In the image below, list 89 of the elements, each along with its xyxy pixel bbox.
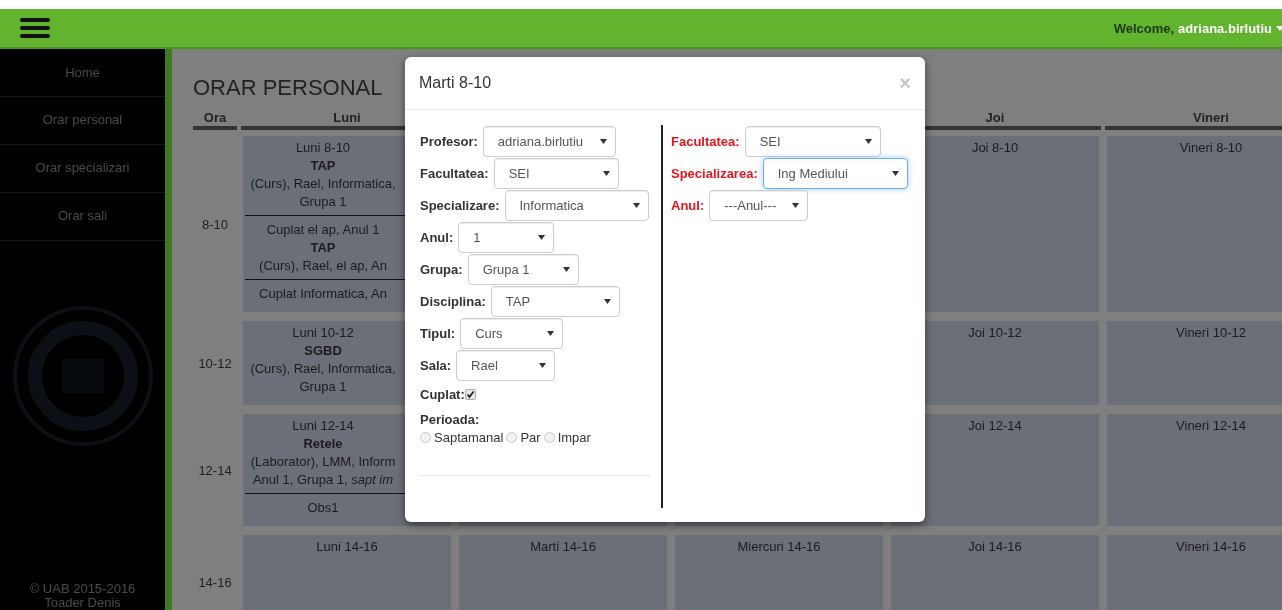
schedule-cell[interactable]: Joi 14-16 [891, 535, 1099, 610]
cell-text: Vineri 8-10 [1179, 139, 1243, 157]
column-header: Luni [333, 110, 361, 125]
select-field[interactable]: Grupa 1 [467, 253, 579, 285]
cell-text: Luni 8-10 [295, 139, 351, 157]
field-label: Facultatea: [671, 133, 740, 149]
radio-button[interactable] [506, 432, 518, 443]
schedule-cell[interactable]: Vineri 12-14 [1107, 414, 1282, 526]
field-label: Specializarea: [671, 165, 758, 181]
caret-icon [539, 362, 547, 368]
caret-icon [547, 330, 555, 336]
time-label: 14-16 [198, 575, 232, 590]
select-field[interactable]: Curs [460, 317, 564, 349]
caret-icon [602, 170, 610, 176]
cell-text: Vineri 14-16 [1176, 538, 1246, 556]
cell-text: Cuplat el ap, Anul 1 [266, 221, 380, 239]
time-label: 8-10 [202, 216, 228, 232]
radio-label: Par [520, 430, 541, 445]
radio-button[interactable] [543, 432, 555, 443]
caret-icon [792, 202, 800, 208]
caret-icon [864, 138, 872, 144]
footer-text: © UAB 2015-2016 [28, 582, 137, 596]
cell-text: Joi 14-16 [968, 538, 1022, 556]
caret-icon [603, 298, 611, 304]
cell-text: Cuplat Informatica, An [259, 285, 387, 303]
cell-text: SGBD [304, 342, 342, 360]
select-field[interactable]: TAP [490, 285, 620, 317]
modal-title: Marti 8-10 [419, 74, 492, 92]
caret-icon[interactable] [1276, 25, 1282, 31]
cell-text: Grupa 1 [299, 378, 347, 396]
column-header: Ora [203, 110, 227, 125]
checkbox[interactable] [464, 388, 476, 400]
select-field[interactable]: Informatica [504, 189, 649, 221]
schedule-cell[interactable]: Luni 14-16 [243, 535, 451, 610]
cell-text: Luni 12-14 [292, 417, 354, 435]
radio-label: Impar [557, 430, 591, 445]
sidebar-item[interactable]: Orar specializari [0, 145, 165, 193]
cell-text: Anul 1, Grupa 1, sapt im [252, 471, 394, 489]
cell-text: (Curs), Rael, el ap, An [259, 257, 387, 275]
cell-text: Grupa 1 [299, 193, 347, 211]
cell-text: Luni 14-16 [316, 538, 378, 556]
radio-button[interactable] [420, 432, 431, 443]
time-label: 12-14 [198, 462, 232, 478]
cell-text: TAP [310, 239, 336, 257]
select-field[interactable]: Ing Mediului [762, 157, 908, 189]
cell-text: Joi 12-14 [968, 417, 1022, 435]
welcome-text: Welcome, [1113, 20, 1175, 36]
menu-icon[interactable] [20, 18, 50, 38]
schedule-cell[interactable]: Miercuri 14-16 [675, 535, 883, 610]
caret-icon [562, 266, 570, 272]
cell-text: Vineri 12-14 [1176, 417, 1246, 435]
time-label: 10-12 [198, 355, 232, 371]
footer-text: Toader Denis [43, 596, 122, 610]
cell-text: TAP [310, 157, 336, 175]
caret-icon [538, 234, 546, 240]
select-field[interactable]: Rael [456, 349, 556, 381]
field-label: Anul: [671, 197, 705, 213]
column-header: Vineri [1193, 110, 1229, 125]
field-label: Anul: [420, 229, 454, 245]
cell-text: (Curs), Rael, Informatica, [250, 175, 396, 193]
cell-text: Vineri 10-12 [1176, 324, 1246, 342]
cell-text: Miercuri 14-16 [737, 538, 821, 556]
user-menu-link[interactable]: adriana.birlutiu [1178, 20, 1272, 36]
schedule-cell[interactable]: Marti 14-16 [459, 535, 667, 610]
cell-text: Luni 10-12 [292, 324, 354, 342]
schedule-cell[interactable]: Vineri 14-16 [1107, 535, 1282, 610]
cell-text: Marti 14-16 [530, 538, 596, 556]
select-field[interactable]: adriana.birlutiu [482, 125, 616, 157]
caret-icon [632, 202, 640, 208]
cell-text: Joi 10-12 [968, 324, 1022, 342]
cell-text: Retele [303, 435, 343, 453]
schedule-cell[interactable]: Vineri 8-10 [1107, 136, 1282, 312]
select-field[interactable]: SEI [493, 157, 619, 189]
cell-text: (Curs), Rael, Informatica, [250, 360, 396, 378]
caret-icon [891, 170, 899, 176]
select-field[interactable]: 1 [458, 221, 555, 253]
sidebar-item[interactable]: Home [0, 49, 165, 97]
schedule-cell[interactable]: Vineri 10-12 [1107, 321, 1282, 405]
caret-icon [599, 138, 607, 144]
select-field[interactable]: ---Anul--- [709, 189, 809, 221]
sidebar-item[interactable]: Orar personal [0, 97, 165, 145]
sidebar-item[interactable]: Orar sali [0, 193, 165, 241]
cell-text: Obs1 [307, 499, 339, 517]
column-header: Joi [985, 110, 1005, 125]
select-field[interactable]: SEI [744, 125, 881, 157]
field-label: Sala: [420, 357, 452, 373]
cell-text: (Laborator), LMM, Inform [250, 453, 396, 471]
page-title: ORAR PERSONAL [193, 75, 383, 101]
cell-text: Joi 8-10 [971, 139, 1019, 157]
